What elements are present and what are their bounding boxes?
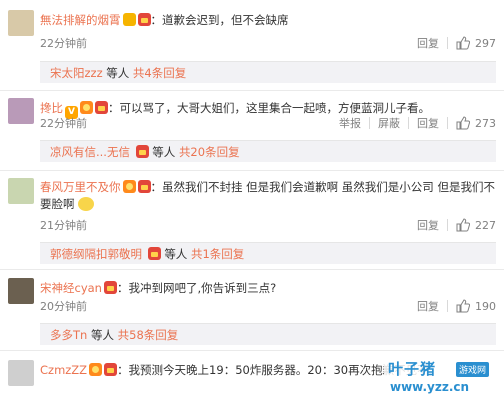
red-envelope-icon <box>95 101 108 114</box>
reply-summary[interactable]: 宋太阳zzz 等人 共4条回复 <box>40 61 496 83</box>
reply-suffix: 等人 <box>106 66 130 80</box>
site-watermark-logo: 叶子猪 游戏网 www.yzz.cn <box>384 358 502 398</box>
watermark-subtitle: 游戏网 <box>456 362 490 377</box>
reply-total-link[interactable]: 共58条回复 <box>118 328 179 342</box>
like-count: 273 <box>475 116 496 130</box>
divider <box>0 90 504 91</box>
username[interactable]: 春风万里不及你 <box>40 180 121 194</box>
block-button[interactable]: 屏蔽 <box>370 115 408 131</box>
thumbs-up-icon <box>456 218 470 232</box>
avatar[interactable] <box>8 178 34 204</box>
reply-username[interactable]: 多多Tn <box>50 328 87 342</box>
level-badge-icon <box>89 363 103 376</box>
watermark-url: www.yzz.cn <box>390 380 470 394</box>
divider <box>0 350 504 351</box>
red-envelope-icon <box>135 145 149 158</box>
avatar[interactable] <box>8 10 34 36</box>
thumbs-up-icon <box>456 116 470 130</box>
avatar[interactable] <box>8 98 34 124</box>
username[interactable]: 宋神经cyan <box>40 281 102 295</box>
comment-text: ：我冲到网吧了,你告诉到三点? <box>116 281 277 295</box>
reply-total-link[interactable]: 共1条回复 <box>191 247 244 261</box>
comment-text: ：道歉会迟到，但不会缺席 <box>150 13 289 27</box>
cat-emoji-icon <box>78 197 95 211</box>
divider <box>0 170 504 171</box>
thumbs-up-icon <box>456 36 470 50</box>
reply-button[interactable]: 回复 <box>409 298 447 314</box>
like-button[interactable]: 297 <box>448 36 496 50</box>
reply-summary[interactable]: 多多Tn 等人 共58条回复 <box>40 323 496 345</box>
red-envelope-icon <box>103 281 117 294</box>
report-button[interactable]: 举报 <box>331 115 369 131</box>
red-envelope-icon <box>104 363 118 376</box>
avatar[interactable] <box>8 278 34 304</box>
member-badge-icon <box>122 13 136 26</box>
username[interactable]: 搀比 <box>40 101 63 115</box>
reply-username[interactable]: 宋太阳zzz <box>50 66 103 80</box>
like-count: 297 <box>475 36 496 50</box>
red-envelope-icon <box>147 247 161 260</box>
comment-text: ：可以骂了，大哥大姐们，这里集合一起喷，方便蓝洞儿子看。 <box>108 101 430 115</box>
like-button[interactable]: 190 <box>448 299 496 313</box>
comment-time: 21分钟前 <box>40 219 87 232</box>
red-envelope-icon <box>137 13 151 26</box>
reply-username[interactable]: 郭德纲隔扣郭敬明 <box>50 247 142 261</box>
reply-suffix: 等人 <box>164 247 188 261</box>
username[interactable]: CzmzZZ <box>40 363 87 377</box>
like-button[interactable]: 273 <box>448 116 496 130</box>
comment-time: 22分钟前 <box>40 37 87 50</box>
red-envelope-icon <box>137 180 151 193</box>
like-count: 190 <box>475 299 496 313</box>
level-badge-icon <box>122 180 136 193</box>
reply-button[interactable]: 回复 <box>409 217 447 233</box>
like-button[interactable]: 227 <box>448 218 496 232</box>
avatar[interactable] <box>8 360 34 386</box>
reply-suffix: 等人 <box>152 145 176 159</box>
reply-summary[interactable]: 凉风有信...无信 等人 共20条回复 <box>40 140 496 162</box>
divider <box>0 269 504 270</box>
comment-time: 22分钟前 <box>40 117 87 130</box>
reply-total-link[interactable]: 共20条回复 <box>179 145 240 159</box>
reply-suffix: 等人 <box>90 328 114 342</box>
reply-button[interactable]: 回复 <box>409 35 447 51</box>
comment-text: ：我预测今天晚上19：50炸服务器。20：30再次抱歉不见不 <box>117 363 429 377</box>
like-count: 227 <box>475 218 496 232</box>
reply-button[interactable]: 回复 <box>409 115 447 131</box>
comment-time: 20分钟前 <box>40 300 87 313</box>
username[interactable]: 無法排解的烟霄 <box>40 13 121 27</box>
reply-total-link[interactable]: 共4条回复 <box>133 66 186 80</box>
watermark-title: 叶子猪 <box>388 360 437 378</box>
reply-summary[interactable]: 郭德纲隔扣郭敬明 等人 共1条回复 <box>40 242 496 264</box>
thumbs-up-icon <box>456 299 470 313</box>
level-badge-icon <box>80 101 93 114</box>
reply-username[interactable]: 凉风有信...无信 <box>50 145 130 159</box>
